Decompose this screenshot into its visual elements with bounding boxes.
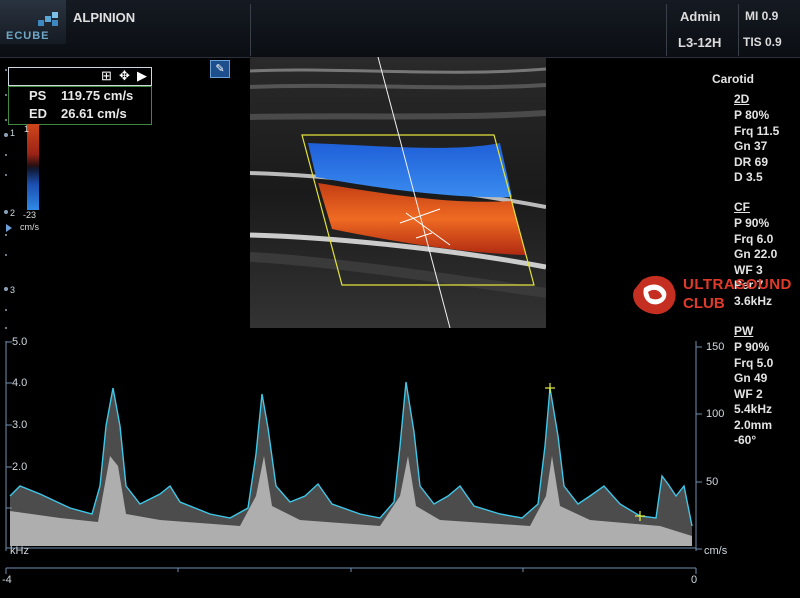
logo-cubes-icon (38, 12, 58, 26)
ed-label: ED (29, 106, 48, 121)
move-icon[interactable]: ✥ (119, 68, 130, 84)
section-cf-param: Gn 22.0 (734, 247, 778, 261)
section-2d-param: DR 69 (734, 154, 769, 169)
spectrum-scale-label: 5.0 (12, 336, 28, 348)
color-velocity-bar (27, 124, 39, 210)
header-bar: ECUBE ALPINION Admin L3-12H MI 0.9 TIS 0… (0, 0, 800, 58)
ed-value: 26.61 cm/s (61, 106, 127, 121)
section-2d-param: D 3.5 (734, 170, 763, 184)
pencil-icon[interactable]: ✎ (210, 60, 230, 78)
measurement-results: PS 119.75 cm/s ED 26.61 cm/s (8, 86, 152, 125)
grid-icon[interactable]: ⊞ (101, 68, 112, 84)
section-2d-param: Gn 37 (734, 139, 768, 153)
color-bar-bottom: -23 (23, 210, 37, 220)
header-divider (666, 4, 667, 56)
time-axis-end: 0 (691, 574, 698, 586)
logo-label: ECUBE (6, 30, 50, 42)
spectrum-scale-label: 2.0 (12, 461, 28, 473)
section-cf-param: Frq 6.0 (734, 231, 774, 246)
velocity-scale-label: 150 (706, 341, 725, 353)
watermark-line1: ULTRASOUND (683, 276, 792, 293)
preset-name: Carotid (712, 72, 754, 86)
section-cf-title: CF (734, 200, 750, 214)
spectrum-scale-label: 3.0 (12, 419, 28, 431)
section-2d-param: Frq 11.5 (734, 123, 780, 138)
section-2d-param: P 80% (734, 108, 770, 122)
user-name[interactable]: Admin (680, 9, 720, 24)
header-divider (738, 4, 739, 56)
tis-value: TIS 0.9 (743, 35, 782, 49)
brand-name: ALPINION (73, 10, 136, 25)
color-bar-top: 1 (24, 124, 30, 134)
section-2d-title: 2D (734, 92, 750, 106)
probe-name[interactable]: L3-12H (678, 35, 721, 50)
time-axis-start: -4 (2, 574, 12, 586)
play-arrow-icon[interactable]: ▶ (137, 68, 147, 84)
section-cf-param: P 90% (734, 216, 770, 230)
ecube-logo: ECUBE (0, 0, 66, 44)
ps-value: 119.75 cm/s (61, 88, 134, 103)
bmode-color-flow-image[interactable] (250, 57, 546, 328)
velocity-scale-label: 50 (706, 476, 719, 488)
ps-label: PS (29, 88, 47, 103)
color-bar-unit: cm/s (20, 222, 39, 232)
measurement-toolbar: ⊞ ✥ ▶ (8, 67, 152, 86)
doppler-spectrum[interactable] (0, 336, 800, 598)
velocity-unit: cm/s (704, 545, 728, 557)
mi-value: MI 0.9 (745, 9, 779, 23)
watermark-line2: CLUB (683, 295, 725, 312)
velocity-scale-label: 100 (706, 408, 725, 420)
spectrum-left-unit: kHz (10, 545, 29, 557)
header-divider (250, 4, 251, 56)
spectrum-scale-label: 4.0 (12, 377, 28, 389)
depth-ticks (4, 69, 12, 329)
